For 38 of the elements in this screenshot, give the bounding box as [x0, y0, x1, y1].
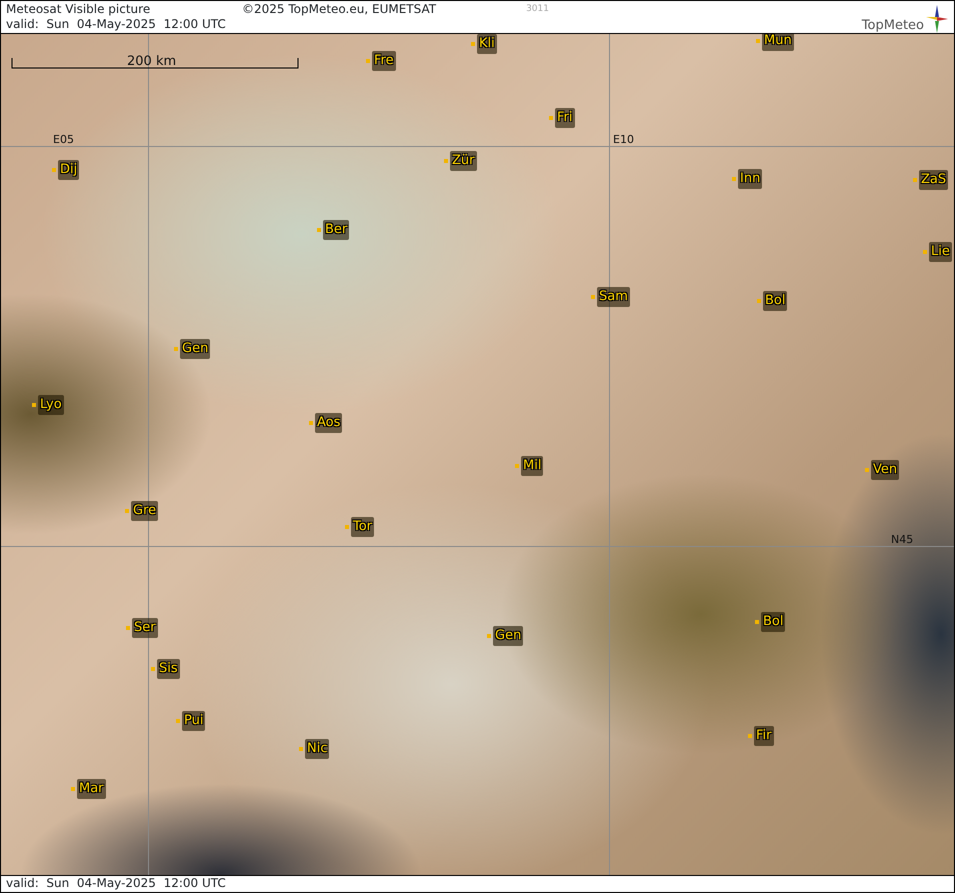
city-label: Kli — [477, 34, 497, 54]
picture-title: Meteosat Visible picture — [6, 2, 152, 17]
logo-text: TopMeteo — [862, 19, 924, 33]
city-label: Fre — [372, 51, 396, 70]
city-label: Nic — [305, 739, 330, 758]
valid-time: valid: Sun 04-May-2025 12:00 UTC — [5, 876, 227, 892]
city-label: Dij — [58, 160, 80, 180]
city-label: Gen — [493, 626, 524, 646]
city-label: Inn — [738, 169, 762, 188]
city-label: Lie — [929, 242, 952, 262]
city-label: Mar — [77, 779, 106, 798]
city-label: Bol — [761, 612, 786, 632]
compass-star-icon — [926, 5, 948, 33]
city-label: Bol — [763, 291, 788, 310]
city-label: Tor — [351, 517, 374, 536]
grid-label: E05 — [53, 132, 74, 148]
city-label: ZaS — [919, 170, 948, 190]
city-label: Fir — [754, 726, 774, 746]
city-label: Lyo — [38, 395, 64, 414]
valid-time: valid: Sun 04-May-2025 12:00 UTC — [6, 17, 226, 32]
city-label: Gen — [180, 339, 210, 358]
image-code: 3011 — [526, 3, 549, 16]
city-label: Pui — [182, 711, 206, 730]
city-label: Ser — [132, 618, 158, 638]
city-label: Sam — [597, 287, 630, 306]
city-label: Ber — [323, 220, 350, 240]
copyright-text: ©2025 TopMeteo.eu, EUMETSAT — [242, 2, 436, 17]
city-label: Gre — [131, 501, 158, 520]
city-label: Mil — [521, 456, 544, 476]
city-label: Ven — [871, 460, 900, 480]
city-label: Sis — [157, 659, 180, 678]
city-label: Mun — [762, 34, 794, 50]
scale-label: 200 km — [127, 53, 176, 71]
city-label: Fri — [555, 108, 574, 128]
city-label: Aos — [315, 413, 342, 432]
grid-label: E10 — [613, 132, 634, 148]
grid-label: N45 — [891, 532, 914, 548]
city-label: Zür — [450, 151, 476, 170]
